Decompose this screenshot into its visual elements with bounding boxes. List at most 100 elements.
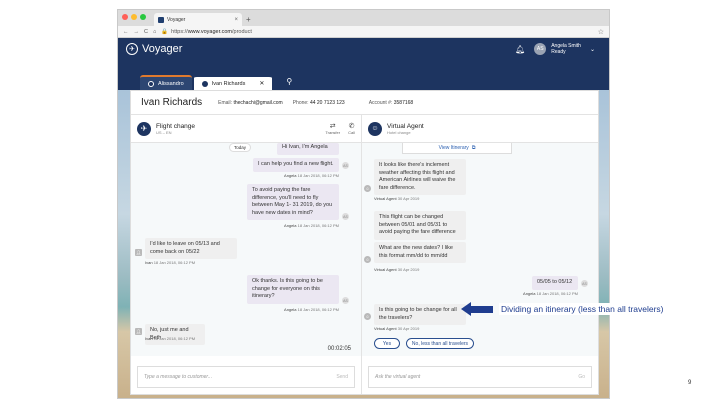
message-customer: No, just me and Beth xyxy=(145,324,205,345)
customer-tab-label: Ivan Richards xyxy=(211,80,246,87)
user-menu[interactable]: 🔔︎ AS Angela Smith Ready ⌄ xyxy=(515,43,595,55)
message-meta: Angela 18 Jan 2018, 06:12 PM xyxy=(284,173,339,178)
go-button[interactable]: Go xyxy=(578,374,585,380)
customer-message-input[interactable]: Type a message to customer... Send xyxy=(137,366,355,388)
url-path: /product xyxy=(232,28,252,35)
back-icon[interactable]: ← xyxy=(123,29,129,35)
agent-avatar: AS xyxy=(342,297,349,304)
close-tab-icon[interactable]: × xyxy=(234,17,238,23)
url-field[interactable]: 🔒 https://www.voyager.com/product xyxy=(161,29,592,35)
bell-icon[interactable]: 🔔︎ xyxy=(515,45,525,54)
chevron-down-icon[interactable]: ⌄ xyxy=(590,46,595,53)
agent-avatar: AS xyxy=(342,213,349,220)
virtual-agent-pane: ☺ Virtual Agent Hotel change View Itiner… xyxy=(362,115,598,394)
robot-avatar-icon: ☺ xyxy=(364,256,371,263)
chat-status-icon xyxy=(201,80,208,87)
logo-icon: ✈ xyxy=(126,43,138,55)
user-avatar: AS xyxy=(534,43,547,55)
meta-name: Ivan xyxy=(145,336,153,341)
message-virtual-agent: This flight can be changed between 05/01… xyxy=(374,211,466,240)
chat-timer: 00:02:05 xyxy=(327,346,351,352)
virtual-agent-subtitle: Hotel change xyxy=(387,129,411,135)
transfer-button[interactable]: ⇄ Transfer xyxy=(325,122,340,135)
home-icon[interactable]: ⌂ xyxy=(153,29,156,35)
message-agent: To avoid paying the fare difference, you… xyxy=(247,184,339,220)
meta-name: Angela xyxy=(523,291,536,296)
robot-avatar-icon: ☺ xyxy=(364,185,371,192)
message-agent: Hi Ivan, I'm Angela xyxy=(277,143,339,155)
meta-time: 18 Jan 2018, 06:12 PM xyxy=(297,173,339,178)
search-icon[interactable]: ⚲ xyxy=(286,77,292,86)
message-virtual-agent: It looks like there's inclement weather … xyxy=(374,159,466,195)
lock-icon: 🔒 xyxy=(161,28,169,35)
message-agent: Ok thanks. Is this going to be change fo… xyxy=(247,275,339,304)
customer-tab-label: Alissandro xyxy=(158,80,184,87)
message-meta: Ivan 18 Jan 2018, 06:12 PM xyxy=(145,336,195,341)
call-button[interactable]: ✆ Call xyxy=(348,122,355,135)
send-button[interactable]: Send xyxy=(336,374,348,380)
chat-messages: Today Hi Ivan, I'm Angela I can help you… xyxy=(131,143,361,356)
window-maximize-button[interactable] xyxy=(140,14,146,20)
page-number: 9 xyxy=(688,380,692,386)
unread-badge-icon xyxy=(148,80,154,87)
customer-tab-ivan-richards[interactable]: Ivan Richards ✕ xyxy=(193,75,273,90)
customer-tab-alissandro[interactable]: Alissandro xyxy=(140,75,192,90)
compose-placeholder: Type a message to customer... xyxy=(144,374,213,380)
meta-name: Angela xyxy=(284,307,297,312)
message-agent: I can help you find a new flight. xyxy=(253,158,339,172)
message-virtual-agent: Is this going to be change for all the t… xyxy=(374,304,466,325)
quick-reply-no-button[interactable]: No, less than all travelers xyxy=(406,338,474,349)
callout-text: Dividing an itinerary (less than all tra… xyxy=(499,303,666,315)
bookmark-star-icon[interactable]: ☆ xyxy=(598,28,604,36)
meta-time: 18 Jan 2018, 06:12 PM xyxy=(153,336,196,341)
arrow-left-icon xyxy=(461,302,471,316)
robot-icon: ☺ xyxy=(368,121,382,136)
meta-name: Virtual Agent xyxy=(374,196,397,201)
chat-title: Flight change xyxy=(156,122,196,130)
close-icon[interactable]: ✕ xyxy=(259,80,264,87)
robot-avatar-icon: ☺ xyxy=(364,313,371,320)
meta-time: 30 Apr 2019 xyxy=(397,267,420,272)
url-prefix: https:// xyxy=(171,28,188,35)
voyager-logo: ✈ Voyager xyxy=(126,43,182,55)
meta-name: Virtual Agent xyxy=(374,267,397,272)
today-divider: Today xyxy=(229,143,252,152)
quick-reply-yes-button[interactable]: Yes xyxy=(374,338,400,349)
meta-time: 18 Jan 2018, 06:12 PM xyxy=(297,223,339,228)
virtual-agent-input[interactable]: Ask the virtual agent Go xyxy=(368,366,592,388)
message-customer: I'd like to leave on 05/13 and come back… xyxy=(145,238,237,259)
new-tab-icon[interactable]: + xyxy=(246,15,251,24)
arrow-shaft xyxy=(471,305,493,313)
meta-time: 18 Jan 2018, 06:12 PM xyxy=(297,307,339,312)
meta-time: 18 Jan 2018, 06:12 PM xyxy=(153,260,196,265)
virtual-agent-header: ☺ Virtual Agent Hotel change xyxy=(362,115,598,143)
browser-tab-title: Voyager xyxy=(167,16,186,23)
view-itinerary-link[interactable]: View Itinerary ⧉ xyxy=(402,143,512,154)
browser-tab-bar: Voyager × + xyxy=(118,10,609,26)
message-agent: 05/05 to 05/12 xyxy=(532,276,578,290)
window-minimize-button[interactable] xyxy=(131,14,137,20)
window-close-button[interactable] xyxy=(122,14,128,20)
user-status: Ready xyxy=(551,49,566,55)
customer-account: 3587168 xyxy=(393,99,414,106)
meta-name: Virtual Agent xyxy=(374,326,397,331)
url-host: www.voyager.com xyxy=(187,28,233,35)
meta-name: Ivan xyxy=(145,260,153,265)
message-meta: Virtual Agent 30 Apr 2019 xyxy=(374,326,419,331)
browser-tab[interactable]: Voyager × xyxy=(154,13,242,26)
reload-icon[interactable]: C xyxy=(144,29,148,35)
account-label: Account #: xyxy=(368,99,393,106)
message-meta: Virtual Agent 30 Apr 2019 xyxy=(374,196,419,201)
agent-avatar: AS xyxy=(342,162,349,169)
meta-name: Angela xyxy=(284,223,297,228)
plane-icon: ✈ xyxy=(137,121,151,136)
virtual-agent-placeholder: Ask the virtual agent xyxy=(375,374,421,380)
annotation-callout: Dividing an itinerary (less than all tra… xyxy=(461,302,666,316)
meta-time: 30 Apr 2019 xyxy=(397,196,420,201)
meta-time: 30 Apr 2019 xyxy=(397,326,420,331)
forward-icon[interactable]: → xyxy=(134,29,140,35)
conversation-panel: Ivan Richards Email: thechachi@gmail.com… xyxy=(130,90,599,395)
message-meta: Angela 18 Jan 2018, 06:12 PM xyxy=(284,223,339,228)
agent-avatar: AS xyxy=(581,280,588,287)
phone-label: Phone: xyxy=(292,99,309,106)
